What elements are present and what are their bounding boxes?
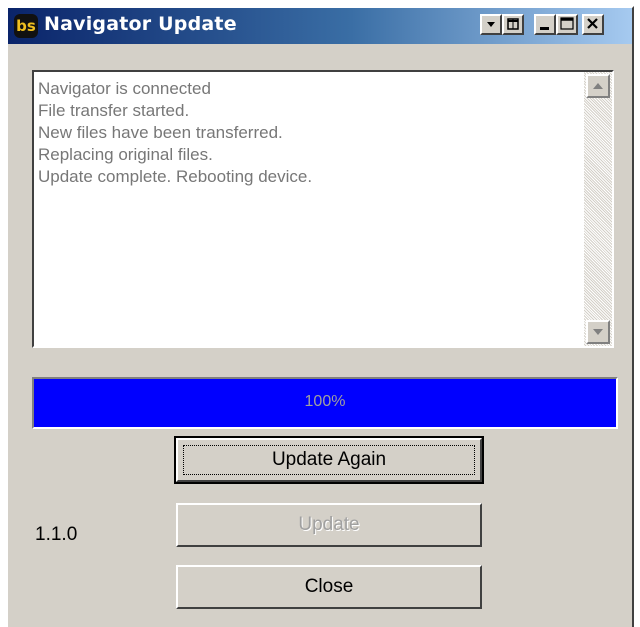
dropdown-icon xyxy=(487,22,495,27)
update-again-button[interactable]: Update Again xyxy=(174,436,484,484)
update-button[interactable]: Update xyxy=(176,503,482,547)
restore-button[interactable] xyxy=(502,14,524,35)
update-again-label: Update Again xyxy=(271,449,387,470)
progress-label: 100% xyxy=(304,393,346,410)
log-textbox[interactable]: Navigator is connected File transfer sta… xyxy=(32,70,614,348)
maximize-icon xyxy=(560,17,574,30)
log-line: Navigator is connected xyxy=(38,79,211,98)
update-label: Update xyxy=(298,514,360,535)
close-label: Close xyxy=(304,576,354,597)
scroll-up-icon xyxy=(593,83,603,89)
update-window: bs Navigator Update Navigator is connect… xyxy=(6,6,634,627)
progress-bar: 100% xyxy=(32,377,618,429)
app-icon: bs xyxy=(14,14,38,38)
scroll-down-button[interactable] xyxy=(586,320,610,344)
dropdown-button[interactable] xyxy=(480,14,502,35)
close-button[interactable] xyxy=(582,14,604,35)
window-title: Navigator Update xyxy=(44,13,237,35)
log-lines: Navigator is connected File transfer sta… xyxy=(38,78,574,188)
close-icon xyxy=(587,18,598,29)
version-label: 1.1.0 xyxy=(35,524,78,545)
vertical-scrollbar[interactable] xyxy=(584,72,612,346)
log-line: File transfer started. xyxy=(38,101,190,120)
log-line: Replacing original files. xyxy=(38,145,213,164)
minimize-button[interactable] xyxy=(534,14,556,35)
close-dialog-button[interactable]: Close xyxy=(176,565,482,609)
maximize-button[interactable] xyxy=(556,14,578,35)
scroll-down-icon xyxy=(593,329,603,335)
minimize-icon xyxy=(540,27,549,30)
log-line: New files have been transferred. xyxy=(38,123,283,142)
scroll-up-button[interactable] xyxy=(586,74,610,98)
title-bar[interactable]: bs Navigator Update xyxy=(8,8,632,44)
restore-icon xyxy=(507,18,519,30)
log-line: Update complete. Rebooting device. xyxy=(38,167,313,186)
